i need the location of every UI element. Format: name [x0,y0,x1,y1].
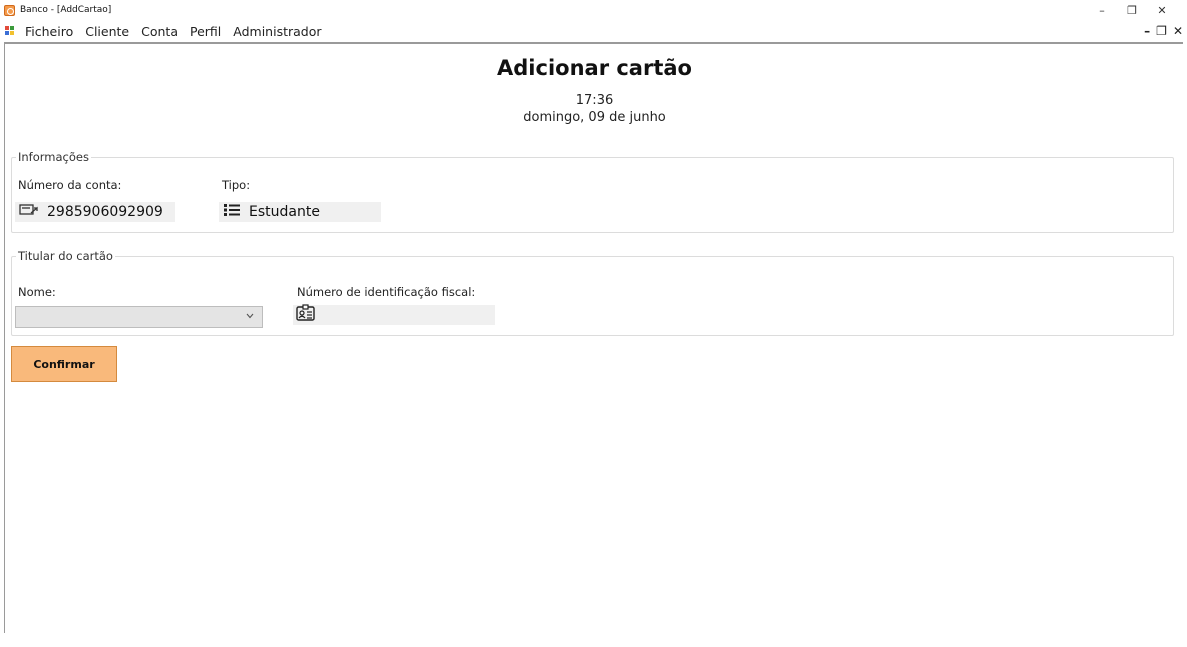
close-button[interactable]: ✕ [1147,0,1177,20]
informacoes-legend: Informações [16,150,91,164]
account-number-field: 2985906092909 [15,202,175,222]
name-label: Nome: [18,285,56,299]
list-icon [223,203,241,221]
account-number-label: Número da conta: [18,178,122,192]
type-field: Estudante [219,202,381,222]
app-icon [4,4,15,16]
account-card-icon [19,203,39,221]
chevron-down-icon[interactable] [246,312,254,321]
mdi-controls: – ❐ ✕ [1144,20,1183,42]
account-number-value: 2985906092909 [47,204,163,220]
mdi-minimize-button[interactable]: – [1144,24,1150,38]
type-value: Estudante [249,204,320,220]
menu-administrador[interactable]: Administrador [227,24,327,39]
window-titlebar: Banco - [AddCartao] – ❐ ✕ [0,0,1187,20]
mdi-child-icon[interactable] [5,26,15,36]
minimize-button[interactable]: – [1087,0,1117,20]
menu-ficheiro[interactable]: Ficheiro [19,24,79,39]
informacoes-group: Informações [11,150,1174,233]
menu-conta[interactable]: Conta [135,24,184,39]
form-client-area: Adicionar cartão 17:36 domingo, 09 de ju… [4,42,1183,633]
menu-bar: Ficheiro Cliente Conta Perfil Administra… [0,20,1187,42]
clock-time: 17:36 [575,93,614,108]
type-label: Tipo: [222,178,251,192]
titular-legend: Titular do cartão [16,249,115,263]
name-combobox[interactable] [15,306,263,328]
id-badge-icon [296,304,316,326]
mdi-close-button[interactable]: ✕ [1173,24,1183,38]
mdi-restore-button[interactable]: ❐ [1156,24,1167,38]
menu-perfil[interactable]: Perfil [184,24,227,39]
window-title: Banco - [AddCartao] [20,5,112,15]
page-title: Adicionar cartão [497,56,692,80]
menu-cliente[interactable]: Cliente [79,24,135,39]
confirm-button[interactable]: Confirmar [11,346,117,382]
nif-label: Número de identificação fiscal: [297,285,476,299]
clock-date: domingo, 09 de junho [523,110,666,125]
maximize-button[interactable]: ❐ [1117,0,1147,20]
nif-field[interactable] [293,304,495,326]
